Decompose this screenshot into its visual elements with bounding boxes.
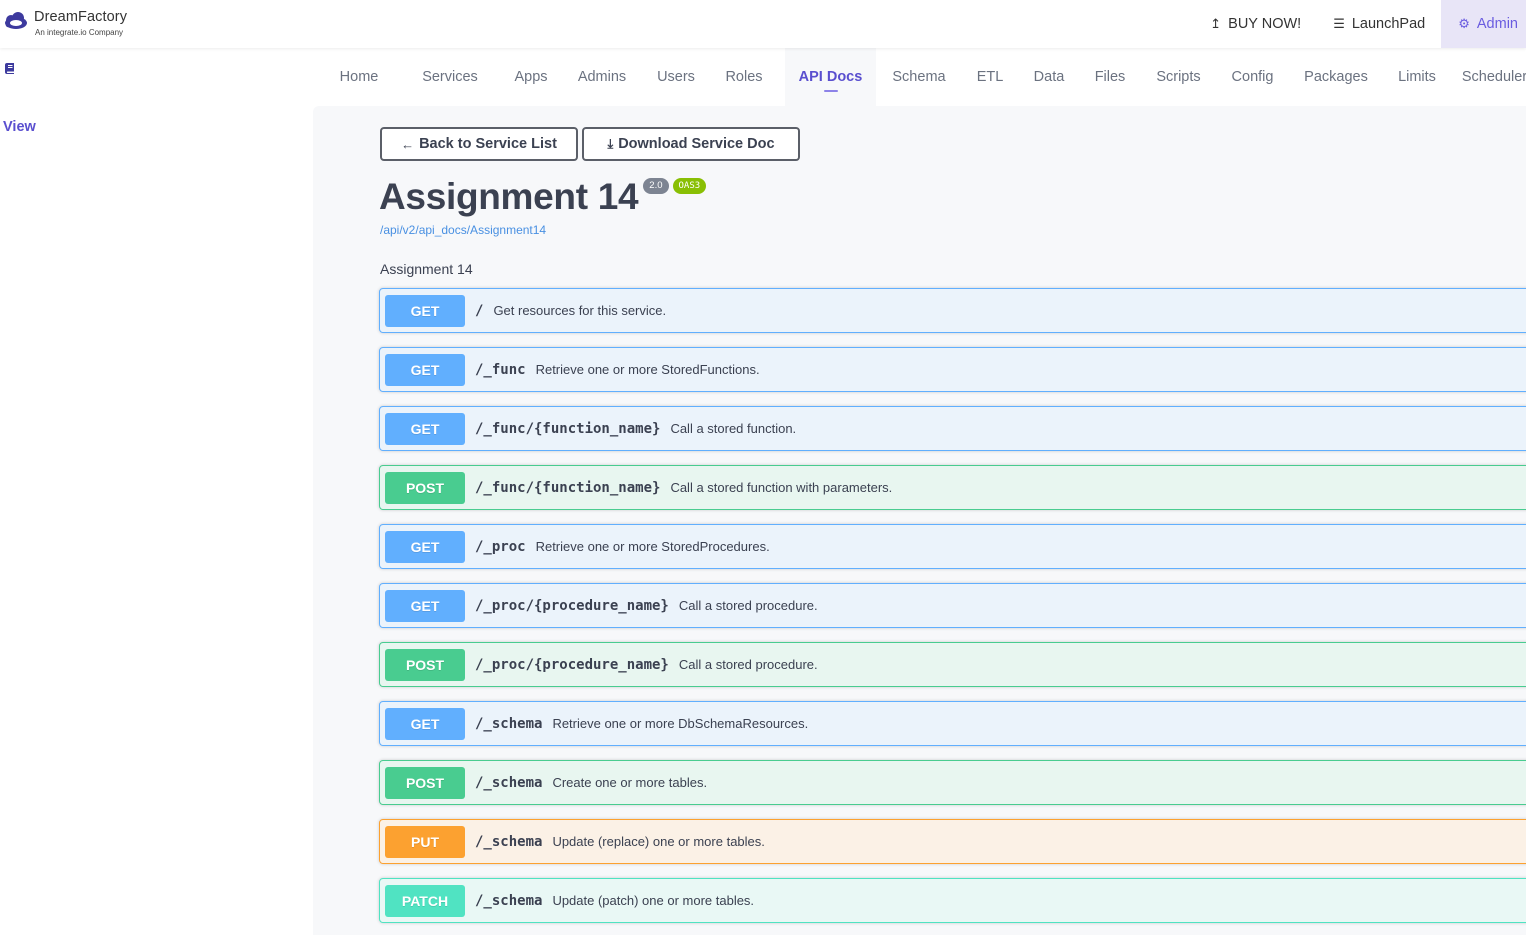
tab-etl[interactable]: ETL [962,48,1018,106]
operation-row[interactable]: GET /_schema Retrieve one or more DbSchema… [379,701,1526,746]
menu-icon: ☰ [1333,16,1345,31]
http-method-badge: PATCH [385,884,465,917]
tab-files[interactable]: Files [1080,48,1140,106]
operation-row[interactable]: GET /_proc Retrieve one or more StoredProc… [379,524,1526,569]
operation-summary: Retrieve one or more StoredFunctions. [535,362,760,377]
operation-path: /_proc [475,538,526,555]
operation-row[interactable]: POST /_func/{function_name} Call a stored … [379,465,1526,510]
operation-row[interactable]: POST /_proc/{procedure_name} Call a stored… [379,642,1526,687]
operation-path: /_proc/{procedure_name} [475,597,669,614]
operation-summary: Call a stored function with parameters. [670,480,893,495]
view-link[interactable]: View [3,119,36,135]
http-method-badge: GET [385,530,465,563]
http-method-badge: POST [385,471,465,504]
top-header: DreamFactory An integrate.io Company ↥ B… [0,0,1526,48]
http-method-badge: GET [385,294,465,327]
download-icon: ⤓ [607,136,614,151]
operation-summary: Call a stored procedure. [678,657,818,672]
gear-icon: ⚙ [1458,16,1470,31]
download-button-label: Download Service Doc [618,136,775,152]
operation-path: /_func [475,361,526,378]
launchpad-button[interactable]: ☰ LaunchPad [1317,0,1441,48]
tab-home[interactable]: Home [325,48,393,106]
doc-url-link[interactable]: /api/v2/api_docs/Assignment14 [380,223,546,237]
operation-path: /_schema [475,715,543,732]
operation-path: /_schema [475,774,543,791]
arrow-left-icon: ← [401,136,415,152]
operation-row[interactable]: GET /_func/{function_name} Call a stored f… [379,406,1526,451]
operation-summary: Call a stored procedure. [678,598,818,613]
tab-packages[interactable]: Packages [1288,48,1384,106]
operation-path: / [475,302,484,319]
tab-scheduler[interactable]: Scheduler [1450,48,1526,106]
book-icon[interactable] [5,61,14,74]
operation-row[interactable]: GET /_func Retrieve one or more StoredFunc… [379,347,1526,392]
operation-row[interactable]: PATCH /_schema Update (patch) one or more … [379,878,1526,923]
operation-summary: Update (replace) one or more tables. [552,834,765,849]
brand-name: DreamFactory [34,9,128,25]
operation-summary: Update (patch) one or more tables. [552,893,755,908]
buy-now-button[interactable]: ↥ BUY NOW! [1194,0,1317,48]
tab-services[interactable]: Services [393,48,507,106]
oas-badge: OAS3 [672,178,707,194]
buy-now-label: BUY NOW! [1228,16,1302,32]
http-method-badge: GET [385,353,465,386]
http-method-badge: POST [385,648,465,681]
http-method-badge: PUT [385,825,465,858]
tab-api-docs[interactable]: API Docs [785,48,876,106]
http-method-badge: GET [385,412,465,445]
download-service-doc-button[interactable]: ⤓ Download Service Doc [582,127,800,161]
page-title: Assignment 14 [379,176,639,217]
api-docs-panel: ← Back to Service List ⤓ Download Servic… [313,106,1526,935]
top-actions: ↥ BUY NOW! ☰ LaunchPad ⚙ Admin [1194,0,1526,48]
upload-arrow-icon: ↥ [1210,16,1222,31]
admin-button[interactable]: ⚙ Admin [1441,0,1526,48]
operation-summary: Retrieve one or more StoredProcedures. [535,539,770,554]
operation-summary: Create one or more tables. [552,775,708,790]
operation-path: /_schema [475,833,543,850]
http-method-badge: GET [385,589,465,622]
tab-scripts[interactable]: Scripts [1140,48,1217,106]
main-nav-tabs: Home Services Apps Admins Users Roles AP… [325,48,1526,106]
tab-config[interactable]: Config [1217,48,1288,106]
back-to-service-list-button[interactable]: ← Back to Service List [380,127,578,161]
dreamfactory-logo[interactable]: DreamFactory An integrate.io Company [3,9,127,38]
operations-list: GET / Get resources for this service. GET /_… [379,288,1526,937]
tab-users[interactable]: Users [649,48,703,106]
brand-subtitle: An integrate.io Company [35,28,124,37]
doc-description: Assignment 14 [380,261,473,277]
http-method-badge: GET [385,707,465,740]
cloud-logo-icon [3,11,29,31]
back-button-label: Back to Service List [419,136,557,152]
version-badge: 2.0 [643,178,669,194]
operation-row[interactable]: GET /_proc/{procedure_name} Call a stored … [379,583,1526,628]
operation-summary: Call a stored function. [670,421,797,436]
operation-summary: Retrieve one or more DbSchemaResources. [552,716,809,731]
doc-title-row: Assignment 14 2.0 OAS3 [379,174,707,220]
operation-path: /_proc/{procedure_name} [475,656,669,673]
tab-limits[interactable]: Limits [1384,48,1450,106]
tab-apps[interactable]: Apps [507,48,555,106]
operation-path: /_func/{function_name} [475,420,661,437]
operation-summary: Get resources for this service. [493,303,667,318]
operation-row[interactable]: PUT /_schema Update (replace) one or more … [379,819,1526,864]
operation-row[interactable]: GET / Get resources for this service. [379,288,1526,333]
tab-data[interactable]: Data [1018,48,1080,106]
operation-path: /_schema [475,892,543,909]
tab-schema[interactable]: Schema [876,48,962,106]
admin-label: Admin [1476,16,1518,32]
tab-roles[interactable]: Roles [703,48,785,106]
launchpad-label: LaunchPad [1351,16,1426,32]
operation-path: /_func/{function_name} [475,479,661,496]
tab-admins[interactable]: Admins [555,48,649,106]
http-method-badge: POST [385,766,465,799]
operation-row[interactable]: POST /_schema Create one or more tables. [379,760,1526,805]
